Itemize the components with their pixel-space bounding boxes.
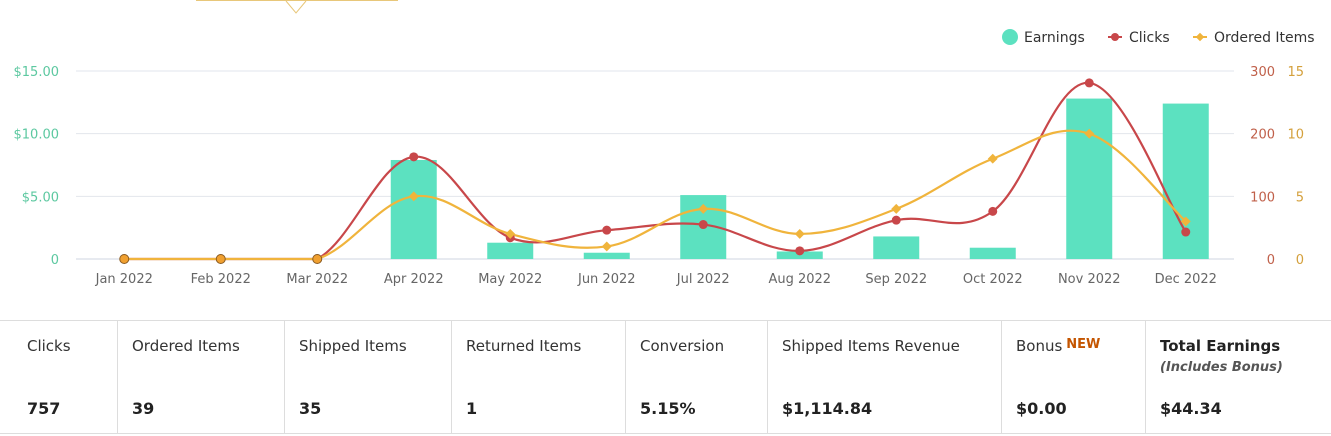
left-axis-tick-label: 0	[51, 253, 59, 268]
stat-label: Conversion	[640, 337, 725, 355]
legend-earnings-swatch	[1002, 29, 1018, 45]
right-axis-clicks-tick-label: 100	[1250, 190, 1275, 205]
stat-value: 757	[27, 399, 61, 418]
series-lines	[124, 81, 1187, 261]
earnings-bar	[1066, 98, 1113, 259]
legend-label: Earnings	[1024, 30, 1085, 46]
stat-label: Returned Items	[466, 337, 582, 355]
clicks-point	[602, 225, 612, 235]
zero-marker	[215, 254, 226, 264]
x-axis-tick-label: Apr 2022	[384, 272, 444, 287]
stat-shipped-items-revenue: Shipped Items Revenue $1,114.84	[767, 321, 1001, 433]
stat-value: 39	[132, 399, 155, 418]
x-axis-tick-label: Sep 2022	[865, 272, 927, 287]
chart-legend: Earnings Clicks Ordered Items	[1002, 29, 1315, 46]
earnings-bar	[487, 242, 534, 259]
stat-label: Bonus NEW	[1016, 337, 1100, 355]
clicks-point	[698, 220, 708, 230]
right-axis-items-tick-label: 15	[1287, 65, 1304, 80]
x-axis-tick-label: Feb 2022	[191, 272, 251, 287]
left-axis-tick-label: $15.00	[14, 65, 60, 80]
x-axis-tick-label: Jan 2022	[95, 272, 153, 287]
earnings-chart: $15.00 300 15$10.00 200 10$5.00 100 50 0 0Jan 20…	[14, 29, 1315, 287]
clicks-line	[124, 81, 1187, 261]
right-axis-clicks-tick-label: 200	[1250, 128, 1275, 143]
earnings-bar	[390, 159, 437, 259]
ordered-items-line	[124, 129, 1187, 261]
clicks-point	[795, 246, 805, 256]
stat-bonus: Bonus NEW $0.00	[1001, 321, 1145, 433]
stat-clicks: Clicks 757	[0, 321, 117, 433]
stat-conversion: Conversion 5.15%	[625, 321, 767, 433]
ordered-items-point	[601, 241, 612, 252]
legend-item: Ordered Items	[1193, 30, 1315, 46]
stat-total-earnings: Total Earnings (Includes Bonus) $44.34	[1145, 321, 1331, 433]
clicks-point	[1084, 78, 1094, 88]
legend-clicks-swatch	[1111, 33, 1119, 41]
stat-value: $1,114.84	[782, 399, 873, 418]
right-axis-items-tick-label: 0	[1296, 253, 1304, 268]
x-axis-tick-label: Mar 2022	[286, 272, 348, 287]
stat-label: Total Earnings	[1160, 337, 1281, 355]
clicks-point	[1181, 227, 1191, 237]
new-badge: NEW	[1066, 337, 1101, 352]
right-axis-clicks-tick-label: 300	[1250, 65, 1275, 80]
x-axis-tick-label: Aug 2022	[768, 272, 831, 287]
left-axis-tick-label: $5.00	[22, 190, 59, 205]
zero-marker	[312, 254, 323, 264]
x-axis-tick-label: Jul 2022	[676, 272, 730, 287]
stat-label: Shipped Items Revenue	[782, 337, 960, 355]
x-axis-tick-label: May 2022	[478, 272, 542, 287]
stat-returned-items: Returned Items 1	[451, 321, 625, 433]
legend-items-swatch	[1195, 32, 1205, 42]
stat-label: Ordered Items	[132, 337, 240, 355]
stat-label: Clicks	[27, 337, 71, 355]
right-axis-items-tick-label: 5	[1296, 190, 1304, 205]
legend-item: Earnings	[1002, 29, 1085, 46]
stat-value: $0.00	[1016, 399, 1067, 418]
chart-grid	[76, 70, 1234, 260]
zero-marker	[119, 254, 130, 264]
x-axis-tick-label: Nov 2022	[1058, 272, 1121, 287]
stat-value: 35	[299, 399, 322, 418]
legend-label: Ordered Items	[1214, 30, 1315, 46]
left-axis-tick-label: $10.00	[14, 128, 60, 143]
stats-bar: Clicks 757 Ordered Items 39 Shipped Item…	[0, 320, 1331, 434]
legend-label: Clicks	[1129, 30, 1170, 46]
stat-label-text: Bonus	[1016, 337, 1063, 355]
x-axis-tick-label: Dec 2022	[1155, 272, 1217, 287]
stat-label: Shipped Items	[299, 337, 407, 355]
stat-value: 1	[466, 399, 478, 418]
earnings-bar	[583, 252, 630, 259]
x-axis-tick-label: Oct 2022	[963, 272, 1023, 287]
series-points	[119, 78, 1191, 264]
stat-shipped-items: Shipped Items 35	[284, 321, 451, 433]
stat-value: 5.15%	[640, 399, 696, 418]
right-axis-items-tick-label: 10	[1287, 128, 1304, 143]
ordered-items-point	[794, 228, 805, 239]
earnings-bar	[873, 236, 920, 259]
right-axis-clicks-tick-label: 0	[1267, 253, 1275, 268]
x-axis-tick-label: Jun 2022	[577, 272, 636, 287]
earnings-bar	[969, 247, 1016, 259]
legend-item: Clicks	[1108, 30, 1170, 46]
clicks-point	[891, 215, 901, 225]
ordered-items-point	[987, 153, 998, 164]
ordered-items-point	[891, 203, 902, 214]
stat-ordered-items: Ordered Items 39	[117, 321, 284, 433]
stat-value: $44.34	[1160, 399, 1222, 418]
clicks-point	[988, 206, 998, 216]
clicks-point	[409, 152, 419, 162]
stat-sublabel: (Includes Bonus)	[1160, 360, 1283, 375]
